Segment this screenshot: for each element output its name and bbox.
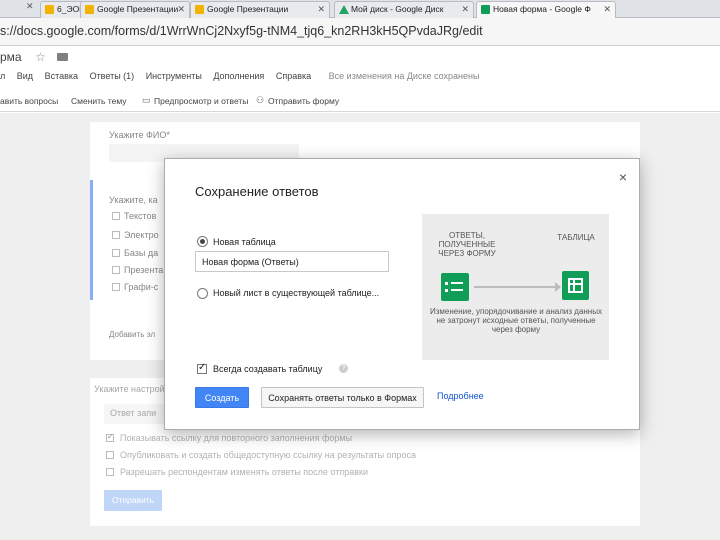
tab-label: Мой диск - Google Диск — [351, 4, 444, 14]
browser-tab[interactable]: Мой диск - Google Диск ✕ — [334, 1, 474, 18]
url-text[interactable]: s://docs.google.com/forms/d/1WrrWnCj2Nxy… — [0, 24, 483, 38]
new-table-label: Новая таблица — [213, 237, 276, 247]
responses-illustration: ОТВЕТЫ, ПОЛУЧЕННЫЕ ЧЕРЕЗ ФОРМУ ТАБЛИЦА И… — [422, 214, 609, 360]
illustration-left-caption: ОТВЕТЫ, ПОЛУЧЕННЫЕ ЧЕРЕЗ ФОРМУ — [438, 231, 496, 258]
close-icon[interactable]: ✕ — [26, 1, 34, 12]
menu-item-view[interactable]: Вид — [17, 71, 33, 81]
table-name-input[interactable] — [195, 251, 389, 272]
drive-favicon-icon — [339, 5, 349, 14]
doc-title[interactable]: рма — [0, 50, 22, 64]
existing-table-radio[interactable] — [197, 288, 208, 299]
browser-tab-active[interactable]: Новая форма - Google Ф ✕ — [476, 1, 616, 19]
existing-table-label: Новый лист в существующей таблице... — [213, 288, 380, 298]
doc-title-row: рма ☆ — [0, 50, 69, 64]
always-create-checkbox[interactable] — [197, 362, 207, 374]
browser-tab[interactable]: Google Презентации ✕ — [190, 1, 330, 18]
preview-icon: ▭ — [142, 95, 151, 105]
illustration-right-caption: ТАБЛИЦА — [557, 233, 595, 242]
preview-button[interactable]: Предпросмотр и ответы — [154, 96, 248, 106]
illustration-description: Изменение, упорядочивание и анализ данны… — [430, 307, 602, 334]
menu-item-responses[interactable]: Ответы (1) — [90, 71, 135, 81]
address-bar[interactable]: s://docs.google.com/forms/d/1WrrWnCj2Nxy… — [0, 18, 720, 46]
close-icon[interactable]: ✕ — [177, 2, 185, 17]
create-button[interactable]: Создать — [195, 387, 249, 408]
star-icon[interactable]: ☆ — [35, 50, 46, 64]
menu-item-tools[interactable]: Инструменты — [146, 71, 202, 81]
help-icon[interactable]: ? — [339, 364, 348, 373]
save-in-forms-only-button[interactable]: Сохранять ответы только в Формах — [261, 387, 424, 408]
slides-favicon-icon — [85, 5, 94, 14]
tab-label: Google Презентации — [207, 4, 289, 14]
forms-icon — [441, 273, 469, 301]
browser-tab-strip: ✕ 6_ЭОР Google Презентации ✕ Google През… — [0, 0, 720, 19]
sheets-icon — [562, 271, 589, 300]
close-icon[interactable]: ✕ — [317, 2, 325, 17]
close-icon[interactable]: ✕ — [461, 2, 469, 17]
person-icon: ⚇ — [256, 95, 265, 105]
new-table-radio[interactable] — [197, 236, 208, 247]
arrow-right-icon — [474, 282, 561, 292]
menu-item-file[interactable]: л — [0, 71, 5, 81]
menu-item-insert[interactable]: Вставка — [45, 71, 78, 81]
forms-favicon-icon — [481, 5, 490, 14]
slides-favicon-icon — [195, 5, 204, 14]
save-responses-dialog: Сохранение ответов × Новая таблица Новый… — [164, 158, 640, 430]
change-theme-button[interactable]: Сменить тему — [71, 96, 127, 106]
close-icon[interactable]: × — [619, 169, 627, 185]
folder-icon[interactable] — [57, 53, 69, 61]
always-create-label: Всегда создавать таблицу — [213, 364, 323, 374]
send-form-button[interactable]: Отправить форму — [268, 96, 339, 106]
menu-bar: л Вид Вставка Ответы (1) Инструменты Доп… — [0, 71, 488, 85]
close-icon[interactable]: ✕ — [603, 2, 611, 17]
browser-tab[interactable]: Google Презентации ✕ — [80, 1, 190, 18]
dialog-title: Сохранение ответов — [195, 184, 319, 199]
tab-label: Новая форма - Google Ф — [493, 4, 591, 14]
tab-label: Google Презентации — [97, 4, 179, 14]
slides-favicon-icon — [45, 5, 54, 14]
save-status: Все изменения на Диске сохранены — [328, 71, 480, 81]
more-info-link[interactable]: Подробнее — [437, 391, 484, 401]
toolbar: авить вопросы Сменить тему ▭ Предпросмот… — [0, 92, 720, 112]
edit-questions-button[interactable]: авить вопросы — [0, 96, 58, 106]
menu-item-addons[interactable]: Дополнения — [213, 71, 264, 81]
menu-item-help[interactable]: Справка — [276, 71, 311, 81]
